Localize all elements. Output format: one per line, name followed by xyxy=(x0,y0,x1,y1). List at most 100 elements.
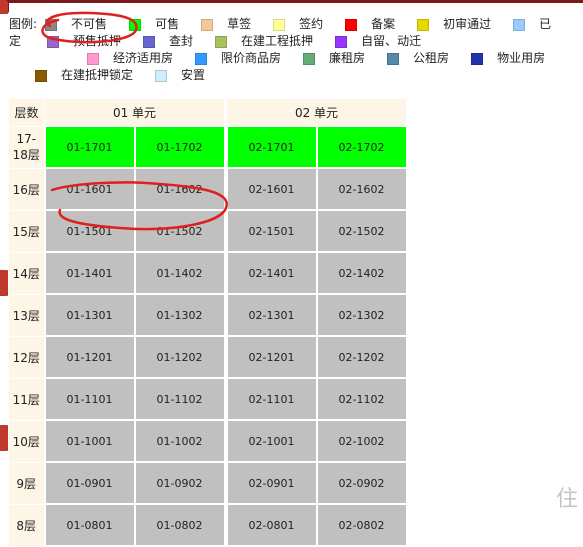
room-cell[interactable]: 02-1001 xyxy=(225,419,318,463)
room-cell[interactable]: 02-1002 xyxy=(315,419,408,463)
room-cell[interactable]: 01-0901 xyxy=(43,461,136,505)
legend-label: 预售抵押 xyxy=(73,34,122,48)
room-cell[interactable]: 01-0801 xyxy=(43,503,136,547)
room-cell[interactable]: 01-1601 xyxy=(43,167,136,211)
room-cell[interactable]: 02-1101 xyxy=(225,377,318,421)
room-cell[interactable]: 02-1601 xyxy=(225,167,318,211)
room-cell[interactable]: 02-1602 xyxy=(315,167,408,211)
room-cell[interactable]: 02-1201 xyxy=(225,335,318,379)
legend-item-filed: 备案 xyxy=(345,16,395,33)
room-cell[interactable]: 02-1502 xyxy=(315,209,408,253)
room-cell[interactable]: 02-1401 xyxy=(225,251,318,295)
swatch-icon xyxy=(47,35,60,48)
room-cell[interactable]: 02-1702 xyxy=(315,125,408,169)
floor-label: 12层 xyxy=(8,335,45,379)
room-cell[interactable]: 01-1101 xyxy=(43,377,136,421)
floor-label: 14层 xyxy=(8,251,45,295)
legend-label: 签约 xyxy=(299,17,324,31)
legend-item-mortgage-locked: 在建抵押锁定 xyxy=(35,67,133,84)
legend-label: 自留、动迁 xyxy=(361,34,422,48)
room-cell[interactable]: 01-1102 xyxy=(133,377,226,421)
swatch-icon xyxy=(345,18,358,31)
room-cell[interactable]: 01-1001 xyxy=(43,419,136,463)
room-cell[interactable]: 02-1501 xyxy=(225,209,318,253)
legend-item-presale-mortgage: 预售抵押 xyxy=(47,33,121,50)
legend-item-sealed: 查封 xyxy=(143,33,193,50)
legend-item-low-rent: 廉租房 xyxy=(303,50,365,67)
legend-label: 不可售 xyxy=(71,17,108,31)
room-cell[interactable]: 01-0802 xyxy=(133,503,226,547)
unit-header-01: 01 单元 xyxy=(44,98,225,127)
legend-label: 物业用房 xyxy=(497,51,546,65)
room-cell[interactable]: 01-1502 xyxy=(133,209,226,253)
legend-label: 经济适用房 xyxy=(113,51,174,65)
room-cell[interactable]: 02-1202 xyxy=(315,335,408,379)
legend-label: 备案 xyxy=(371,17,396,31)
swatch-icon xyxy=(35,69,47,82)
room-cell[interactable]: 02-1302 xyxy=(315,293,408,337)
legend-label: 查封 xyxy=(169,34,194,48)
room-cell[interactable]: 01-1302 xyxy=(133,293,226,337)
legend-label: 草签 xyxy=(227,17,252,31)
floor-label: 16层 xyxy=(8,167,45,211)
floor-label: 13层 xyxy=(8,293,45,337)
room-cell[interactable]: 01-1602 xyxy=(133,167,226,211)
room-cell[interactable]: 01-1201 xyxy=(43,335,136,379)
legend-label: 初审通过 xyxy=(443,17,492,31)
table-row: 16层 01-1601 01-1602 02-1601 02-1602 xyxy=(8,167,583,211)
swatch-icon xyxy=(45,18,58,31)
room-cell[interactable]: 02-0802 xyxy=(315,503,408,547)
room-cell[interactable]: 01-1701 xyxy=(43,125,136,169)
swatch-icon xyxy=(303,52,316,65)
floor-label: 10层 xyxy=(8,419,45,463)
table-row: 8层 01-0801 01-0802 02-0801 02-0802 xyxy=(8,503,583,547)
legend-item-affordable-housing: 经济适用房 xyxy=(87,50,173,67)
legend-item-draft: 草签 xyxy=(201,16,251,33)
table-row: 13层 01-1301 01-1302 02-1301 02-1302 xyxy=(8,293,583,337)
room-cell[interactable]: 02-0902 xyxy=(315,461,408,505)
swatch-icon xyxy=(201,18,214,31)
room-cell[interactable]: 02-1301 xyxy=(225,293,318,337)
room-cell[interactable]: 02-1102 xyxy=(315,377,408,421)
swatch-icon xyxy=(195,52,208,65)
swatch-icon xyxy=(335,35,348,48)
legend-item-first-review: 初审通过 xyxy=(417,16,491,33)
room-cell[interactable]: 02-1402 xyxy=(315,251,408,295)
swatch-icon xyxy=(387,52,400,65)
table-row: 10层 01-1001 01-1002 02-1001 02-1002 xyxy=(8,419,583,463)
floor-column-header: 层数 xyxy=(8,98,45,127)
legend-label: 可售 xyxy=(155,17,180,31)
room-cell[interactable]: 01-1301 xyxy=(43,293,136,337)
table-row: 9层 01-0901 01-0902 02-0901 02-0902 xyxy=(8,461,583,505)
table-row: 11层 01-1101 01-1102 02-1101 02-1102 xyxy=(8,377,583,421)
legend-item-for-sale: 可售 xyxy=(129,16,179,33)
room-cell[interactable]: 01-1401 xyxy=(43,251,136,295)
swatch-icon xyxy=(143,35,156,48)
table-row: 17-18层 01-1701 01-1702 02-1701 02-1702 xyxy=(8,125,583,169)
room-cell[interactable]: 01-1501 xyxy=(43,209,136,253)
sidebar-tab[interactable] xyxy=(0,425,8,451)
legend: 图例: 不可售 可售 草签 签约 备案 初审通过 已 定 预售抵押 查封 在建工… xyxy=(9,16,583,84)
room-cell[interactable]: 01-1702 xyxy=(133,125,226,169)
swatch-icon xyxy=(273,18,286,31)
sidebar-tab[interactable] xyxy=(0,0,8,14)
room-cell[interactable]: 02-0901 xyxy=(225,461,318,505)
legend-item-resettlement: 安置 xyxy=(155,67,205,84)
floor-label: 8层 xyxy=(8,503,45,547)
swatch-icon xyxy=(129,18,142,31)
watermark-glyph: 住 xyxy=(555,487,578,512)
room-cell[interactable]: 01-1402 xyxy=(133,251,226,295)
legend-label: 限价商品房 xyxy=(221,51,282,65)
unit-header-02: 02 单元 xyxy=(226,98,407,127)
room-cell[interactable]: 02-0801 xyxy=(225,503,318,547)
legend-item-not-for-sale: 不可售 xyxy=(45,16,107,33)
swatch-icon xyxy=(471,52,484,65)
room-cell[interactable]: 01-1202 xyxy=(133,335,226,379)
sidebar-tab[interactable] xyxy=(0,270,8,296)
legend-overflow-text: 定 xyxy=(9,34,22,48)
legend-item-public-rental: 公租房 xyxy=(387,50,449,67)
room-cell[interactable]: 01-1002 xyxy=(133,419,226,463)
room-cell[interactable]: 02-1701 xyxy=(225,125,318,169)
room-cell[interactable]: 01-0902 xyxy=(133,461,226,505)
swatch-icon xyxy=(155,69,168,82)
